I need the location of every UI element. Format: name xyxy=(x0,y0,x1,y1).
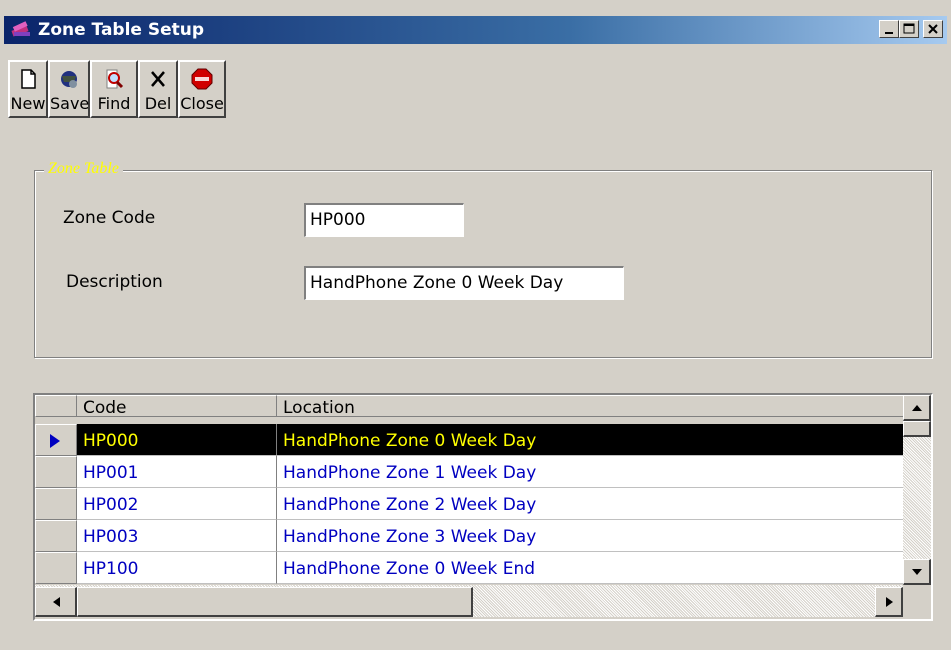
row-indicator xyxy=(35,456,77,488)
scroll-left-button[interactable] xyxy=(35,587,77,617)
close-button[interactable]: Close xyxy=(178,60,226,118)
column-header-location[interactable]: Location xyxy=(277,395,903,417)
minimize-icon xyxy=(885,32,893,34)
grid-header-row: Code Location xyxy=(35,395,903,427)
delete-x-icon xyxy=(151,71,165,87)
row-location-cell[interactable]: HandPhone Zone 2 Week Day xyxy=(277,488,903,520)
find-magnifier-icon xyxy=(106,69,124,89)
scroll-left-arrow-icon xyxy=(53,597,60,607)
row-indicator xyxy=(35,424,77,456)
close-button-label: Close xyxy=(180,94,224,113)
table-row[interactable]: HP001 HandPhone Zone 1 Week Day xyxy=(35,456,903,488)
vertical-scroll-thumb[interactable] xyxy=(903,421,931,437)
zone-code-label: Zone Code xyxy=(63,208,156,228)
row-location-cell[interactable]: HandPhone Zone 0 Week Day xyxy=(277,424,903,456)
description-input[interactable]: HandPhone Zone 0 Week Day xyxy=(304,266,624,300)
row-code-cell[interactable]: HP003 xyxy=(77,520,277,552)
find-button-label: Find xyxy=(97,94,131,113)
table-row[interactable]: HP100 HandPhone Zone 0 Week End xyxy=(35,552,903,585)
column-header-code[interactable]: Code xyxy=(77,395,277,417)
scroll-down-arrow-icon xyxy=(912,569,922,575)
row-code-cell[interactable]: HP001 xyxy=(77,456,277,488)
row-indicator xyxy=(35,520,77,552)
maximize-button[interactable] xyxy=(899,20,919,38)
new-button[interactable]: New xyxy=(8,60,48,118)
new-document-icon xyxy=(21,69,36,89)
save-icon xyxy=(61,71,77,88)
scroll-right-arrow-icon xyxy=(886,597,893,607)
horizontal-scrollbar[interactable] xyxy=(35,585,903,617)
row-code-cell[interactable]: HP002 xyxy=(77,488,277,520)
zone-code-input[interactable]: HP000 xyxy=(304,203,464,237)
scroll-up-arrow-icon xyxy=(912,405,922,411)
group-title: Zone Table xyxy=(44,160,123,178)
delete-button[interactable]: Del xyxy=(138,60,178,118)
close-icon xyxy=(928,24,938,34)
stop-sign-icon xyxy=(191,68,213,90)
header-indicator-cell xyxy=(35,395,77,417)
scrollbar-corner xyxy=(903,585,931,619)
scroll-down-button[interactable] xyxy=(903,559,931,585)
new-button-label: New xyxy=(10,94,46,113)
title-bar[interactable]: Zone Table Setup xyxy=(4,16,947,44)
maximize-icon xyxy=(903,23,915,34)
row-indicator xyxy=(35,552,77,584)
zone-table-setup-window: Zone Table Setup New Save Find Del Close… xyxy=(0,0,951,650)
row-location-cell[interactable]: HandPhone Zone 0 Week End xyxy=(277,552,903,584)
table-row[interactable]: HP003 HandPhone Zone 3 Week Day xyxy=(35,520,903,552)
row-code-cell[interactable]: HP100 xyxy=(77,552,277,584)
scroll-right-button[interactable] xyxy=(875,587,903,617)
description-label: Description xyxy=(66,272,163,292)
row-location-cell[interactable]: HandPhone Zone 3 Week Day xyxy=(277,520,903,552)
window-title: Zone Table Setup xyxy=(38,20,205,40)
vertical-scrollbar[interactable] xyxy=(903,395,931,585)
minimize-button[interactable] xyxy=(879,20,899,38)
row-location-cell[interactable]: HandPhone Zone 1 Week Day xyxy=(277,456,903,488)
zone-table-group xyxy=(34,170,932,358)
save-button-label: Save xyxy=(50,94,90,113)
table-row[interactable]: HP000 HandPhone Zone 0 Week Day xyxy=(35,424,903,456)
delete-button-label: Del xyxy=(144,94,172,113)
save-button[interactable]: Save xyxy=(48,60,90,118)
app-books-icon xyxy=(10,20,32,40)
row-indicator xyxy=(35,488,77,520)
scroll-up-button[interactable] xyxy=(903,395,931,421)
horizontal-scroll-thumb[interactable] xyxy=(77,587,473,617)
row-code-cell[interactable]: HP000 xyxy=(77,424,277,456)
find-button[interactable]: Find xyxy=(90,60,138,118)
zone-grid: Code Location HP000 HandPhone Zone 0 Wee… xyxy=(33,393,933,621)
table-row[interactable]: HP002 HandPhone Zone 2 Week Day xyxy=(35,488,903,520)
current-row-arrow-icon xyxy=(50,434,60,448)
close-window-button[interactable] xyxy=(923,20,943,38)
